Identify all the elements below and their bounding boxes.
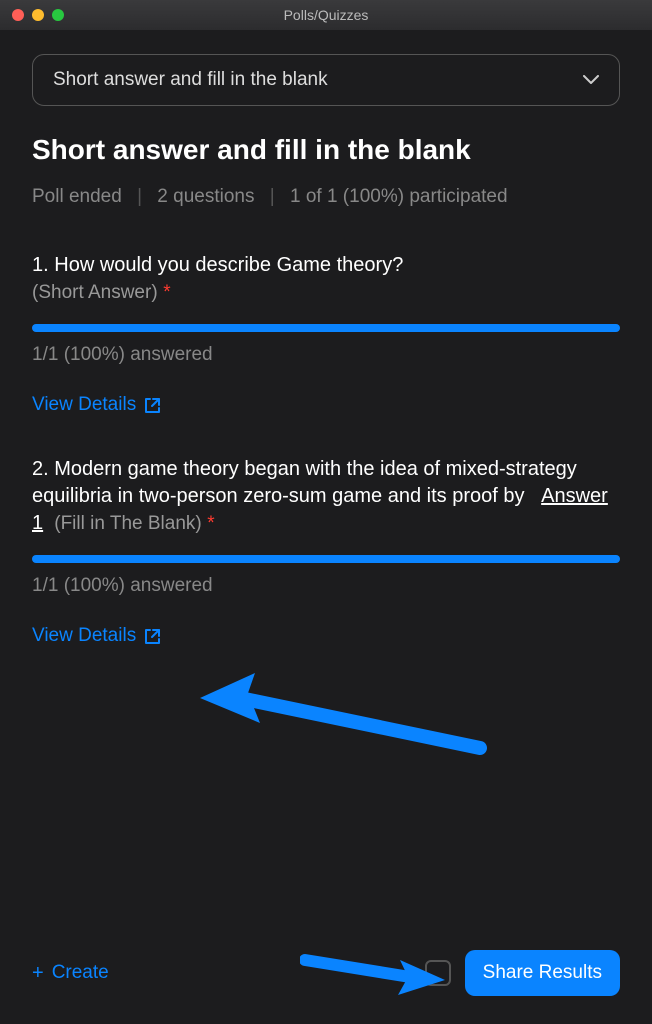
bottom-toolbar: + Create Share Results — [0, 932, 652, 1024]
external-link-icon — [144, 397, 161, 414]
question-type-label: (Short Answer) — [32, 282, 158, 303]
question-text: 1. How would you describe Game theory? (… — [32, 252, 620, 306]
answer-progress-bar — [32, 555, 620, 563]
question-type-label: (Fill in The Blank) — [54, 513, 201, 534]
poll-status: Poll ended — [32, 186, 122, 207]
window-controls — [12, 9, 64, 21]
question-body: Modern game theory began with the idea o… — [32, 458, 577, 507]
question-number: 2. — [32, 458, 49, 480]
view-details-link[interactable]: View Details — [32, 394, 161, 416]
question-body: How would you describe Game theory? — [54, 254, 403, 276]
page-title: Short answer and fill in the blank — [32, 134, 620, 166]
view-details-link[interactable]: View Details — [32, 625, 161, 647]
required-indicator: * — [207, 513, 214, 534]
view-details-label: View Details — [32, 625, 136, 647]
minimize-window-button[interactable] — [32, 9, 44, 21]
dropdown-selected-label: Short answer and fill in the blank — [53, 69, 328, 91]
stop-button[interactable] — [425, 960, 451, 986]
meta-separator: | — [137, 186, 142, 207]
close-window-button[interactable] — [12, 9, 24, 21]
external-link-icon — [144, 628, 161, 645]
share-results-button[interactable]: Share Results — [465, 950, 620, 996]
poll-selector-dropdown[interactable]: Short answer and fill in the blank — [32, 54, 620, 106]
answer-progress-bar — [32, 324, 620, 332]
main-content: Short answer and fill in the blank Short… — [0, 30, 652, 711]
window-title: Polls/Quizzes — [284, 7, 369, 23]
meta-separator: | — [270, 186, 275, 207]
answered-count: 1/1 (100%) answered — [32, 344, 620, 366]
window-titlebar: Polls/Quizzes — [0, 0, 652, 30]
bottom-right-controls: Share Results — [425, 950, 620, 996]
question-text: 2. Modern game theory began with the ide… — [32, 456, 620, 537]
poll-participation: 1 of 1 (100%) participated — [290, 186, 508, 207]
answered-count: 1/1 (100%) answered — [32, 575, 620, 597]
question-number: 1. — [32, 254, 49, 276]
create-label: Create — [52, 962, 109, 984]
view-details-label: View Details — [32, 394, 136, 416]
required-indicator: * — [163, 282, 170, 303]
question-block-1: 1. How would you describe Game theory? (… — [32, 252, 620, 416]
create-button[interactable]: + Create — [32, 962, 109, 985]
maximize-window-button[interactable] — [52, 9, 64, 21]
plus-icon: + — [32, 962, 44, 985]
chevron-down-icon — [583, 75, 599, 85]
question-block-2: 2. Modern game theory began with the ide… — [32, 456, 620, 647]
poll-question-count: 2 questions — [157, 186, 254, 207]
poll-meta: Poll ended | 2 questions | 1 of 1 (100%)… — [32, 186, 620, 208]
